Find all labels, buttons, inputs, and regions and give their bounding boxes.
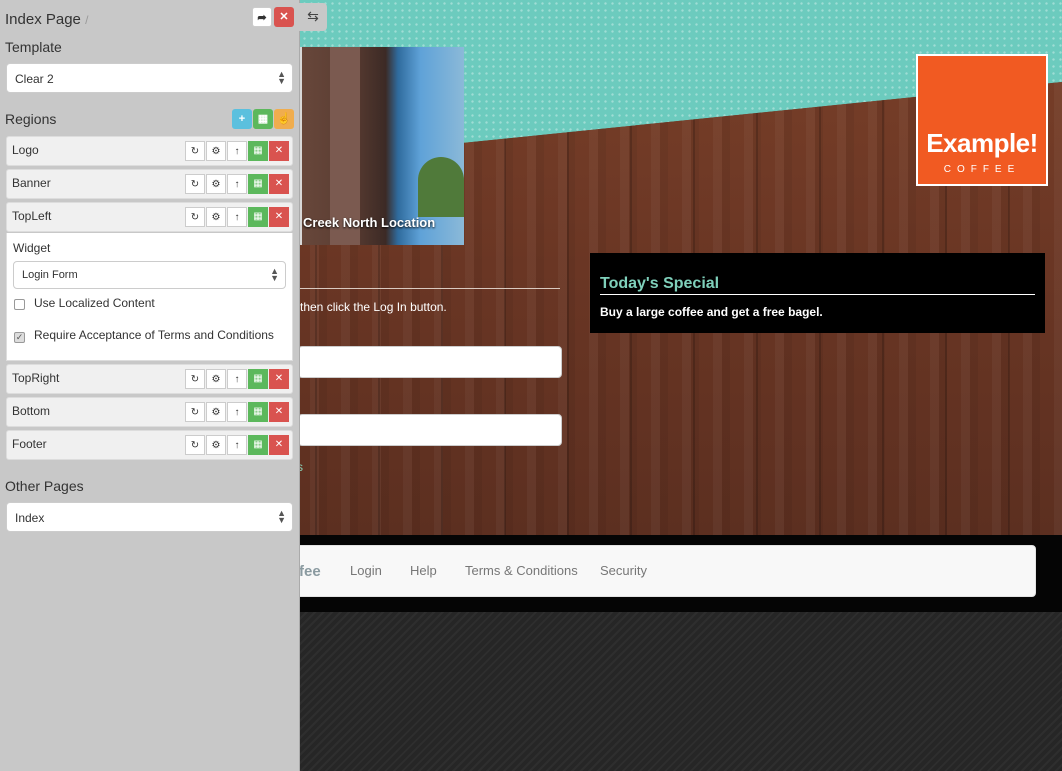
region-topright[interactable]: TopRight ↻ ⚙ ↑ ▦ ✕ [6, 364, 293, 394]
site-navbar: fee Login Help Terms & Conditions Securi… [290, 545, 1036, 597]
select-arrows-icon: ▲ ▼ [277, 508, 286, 525]
share-icon[interactable]: ➦ [252, 7, 272, 27]
arrow-up-icon[interactable]: ↑ [227, 435, 247, 455]
save-icon[interactable]: ▦ [248, 207, 268, 227]
widget-label: Widget [13, 241, 51, 255]
gear-icon[interactable]: ⚙ [206, 141, 226, 161]
region-actions: ↻ ⚙ ↑ ▦ ✕ [184, 141, 289, 161]
save-icon[interactable]: ▦ [248, 174, 268, 194]
template-value: Clear 2 [15, 72, 54, 86]
login-instructions: then click the Log In button. [300, 300, 447, 314]
gear-icon[interactable]: ⚙ [206, 207, 226, 227]
arrow-up-icon[interactable]: ↑ [227, 402, 247, 422]
close-icon[interactable]: ✕ [269, 174, 289, 194]
other-pages-value: Index [15, 511, 45, 525]
password-input[interactable] [298, 414, 562, 446]
select-arrows-icon: ▲ ▼ [270, 266, 279, 283]
region-actions: ↻ ⚙ ↑ ▦ ✕ [184, 174, 289, 194]
region-name: Bottom [12, 404, 51, 418]
region-topleft[interactable]: TopLeft ↻ ⚙ ↑ ▦ ✕ [6, 202, 293, 232]
terms-acceptance-label: Require Acceptance of Terms and Conditio… [34, 328, 274, 342]
region-actions: ↻ ⚙ ↑ ▦ ✕ [184, 402, 289, 422]
special-divider [600, 294, 1035, 295]
nav-link-security[interactable]: Security [600, 563, 647, 578]
gear-icon[interactable]: ⚙ [206, 174, 226, 194]
refresh-icon[interactable]: ↻ [185, 174, 205, 194]
refresh-icon[interactable]: ↻ [185, 207, 205, 227]
save-icon[interactable]: ▦ [248, 369, 268, 389]
photo-tree [418, 157, 464, 217]
logo-main-text: Example! [926, 128, 1038, 158]
widget-value: Login Form [22, 269, 78, 281]
nav-link-help[interactable]: Help [410, 563, 437, 578]
region-banner[interactable]: Banner ↻ ⚙ ↑ ▦ ✕ [6, 169, 293, 199]
site-logo[interactable]: Example! COFFEE [916, 54, 1048, 186]
close-icon[interactable]: ✕ [269, 207, 289, 227]
regions-label: Regions [5, 111, 57, 127]
gear-icon[interactable]: ⚙ [206, 402, 226, 422]
template-select[interactable]: Clear 2 ▲ ▼ [6, 63, 293, 93]
close-icon[interactable]: ✕ [274, 7, 294, 27]
close-icon[interactable]: ✕ [269, 141, 289, 161]
arrow-up-icon[interactable]: ↑ [227, 369, 247, 389]
todays-special-box: Today's Special Buy a large coffee and g… [590, 253, 1045, 333]
plus-icon[interactable]: + [232, 109, 252, 129]
navbar-brand[interactable]: fee [299, 563, 321, 580]
select-arrows-icon: ▲ ▼ [277, 69, 286, 86]
template-label: Template [5, 39, 62, 55]
gear-icon[interactable]: ⚙ [206, 369, 226, 389]
widget-select[interactable]: Login Form ▲ ▼ [13, 261, 286, 289]
region-actions: ↻ ⚙ ↑ ▦ ✕ [184, 369, 289, 389]
save-icon[interactable]: ▦ [248, 141, 268, 161]
panel-title: Index Page / [5, 11, 88, 28]
photo-caption: Creek North Location [303, 215, 436, 230]
save-icon[interactable]: ▦ [253, 109, 273, 129]
username-input[interactable] [298, 346, 562, 378]
thumbs-up-icon[interactable]: ☝ [274, 109, 294, 129]
topleft-widget-settings: Widget Login Form ▲ ▼ Use Localized Conte… [6, 233, 293, 361]
logo-sub-text: COFFEE [943, 164, 1021, 175]
region-logo[interactable]: Logo ↻ ⚙ ↑ ▦ ✕ [6, 136, 293, 166]
swap-icon[interactable]: ⇆ [299, 3, 327, 31]
nav-link-login[interactable]: Login [350, 563, 382, 578]
refresh-icon[interactable]: ↻ [185, 141, 205, 161]
location-photo: Creek North Location [290, 47, 464, 245]
special-body: Buy a large coffee and get a free bagel. [600, 305, 823, 319]
arrow-up-icon[interactable]: ↑ [227, 207, 247, 227]
region-footer[interactable]: Footer ↻ ⚙ ↑ ▦ ✕ [6, 430, 293, 460]
region-name: Footer [12, 437, 47, 451]
page-title: Index Page [5, 11, 81, 28]
other-pages-label: Other Pages [5, 478, 84, 494]
login-divider [298, 288, 560, 289]
close-icon[interactable]: ✕ [269, 369, 289, 389]
region-name: Logo [12, 143, 39, 157]
region-bottom[interactable]: Bottom ↻ ⚙ ↑ ▦ ✕ [6, 397, 293, 427]
save-icon[interactable]: ▦ [248, 435, 268, 455]
title-separator: / [85, 13, 89, 27]
nav-link-terms[interactable]: Terms & Conditions [465, 563, 578, 578]
other-pages-select[interactable]: Index ▲ ▼ [6, 502, 293, 532]
region-name: TopLeft [12, 209, 52, 223]
refresh-icon[interactable]: ↻ [185, 369, 205, 389]
region-actions: ↻ ⚙ ↑ ▦ ✕ [184, 207, 289, 227]
terms-acceptance-checkbox[interactable]: ✓ [14, 332, 25, 343]
region-actions: ↻ ⚙ ↑ ▦ ✕ [184, 435, 289, 455]
refresh-icon[interactable]: ↻ [185, 402, 205, 422]
region-name: TopRight [12, 371, 60, 385]
arrow-up-icon[interactable]: ↑ [227, 141, 247, 161]
close-icon[interactable]: ✕ [269, 402, 289, 422]
localized-content-checkbox[interactable] [14, 299, 25, 310]
arrow-up-icon[interactable]: ↑ [227, 174, 247, 194]
localized-content-label: Use Localized Content [34, 296, 155, 310]
save-icon[interactable]: ▦ [248, 402, 268, 422]
special-title: Today's Special [600, 275, 720, 292]
close-icon[interactable]: ✕ [269, 435, 289, 455]
gear-icon[interactable]: ⚙ [206, 435, 226, 455]
page-editor-panel: Index Page / ➦ ✕ Template Clear 2 ▲ ▼ Reg… [0, 0, 300, 771]
region-name: Banner [12, 176, 51, 190]
refresh-icon[interactable]: ↻ [185, 435, 205, 455]
